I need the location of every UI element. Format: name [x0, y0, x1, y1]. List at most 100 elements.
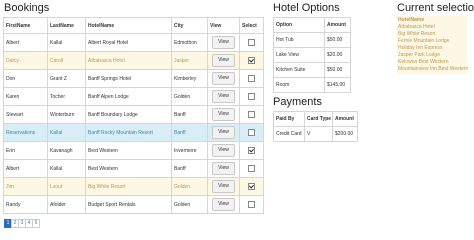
- cell-lastname: Kavanagh: [47, 141, 86, 160]
- view-button[interactable]: View: [212, 90, 235, 103]
- cell-city: Banff: [171, 105, 208, 124]
- cell-lastname: Lsout: [47, 177, 86, 196]
- cell-city: Edmothon: [171, 33, 208, 52]
- option-row: Kitchen Suite $50.00: [273, 62, 351, 78]
- current-selection-list: HotelName Athabasca Hotel Big White Resor…: [397, 16, 469, 74]
- select-checkbox[interactable]: [248, 201, 255, 208]
- cell-city: Kimberley: [171, 69, 208, 88]
- cell-hotelname: Best Western: [85, 159, 172, 178]
- col-header-hotelname[interactable]: HotelName: [85, 17, 172, 34]
- cell-select: [239, 123, 264, 142]
- select-checkbox[interactable]: [248, 183, 255, 190]
- view-button[interactable]: View: [212, 144, 235, 157]
- cell-hotelname: Athabasca Hotel: [85, 51, 172, 70]
- page-link[interactable]: 5: [32, 219, 40, 228]
- option-row: Lake View $20.00: [273, 47, 351, 63]
- bookings-title: Bookings: [4, 2, 50, 14]
- cell-select: [239, 195, 264, 214]
- cell-select: [239, 105, 264, 124]
- cell-lastname: Winterburn: [47, 105, 86, 124]
- booking-row[interactable]: Albert Kallal Best Western Banff View: [3, 159, 264, 178]
- select-checkbox[interactable]: [248, 129, 255, 136]
- cell-view: View: [207, 87, 240, 106]
- view-button[interactable]: View: [212, 180, 235, 193]
- cell-firstname: Reservations: [3, 123, 48, 142]
- payments-table: Paid By Card Type Amount Credit Card V $20…: [273, 111, 358, 142]
- booking-row[interactable]: Darcy Caroll Athabasca Hotel Jasper View: [3, 51, 264, 70]
- cell-view: View: [207, 159, 240, 178]
- cell-city: Invermere: [171, 141, 208, 160]
- cell-firstname: Don: [3, 69, 48, 88]
- col-header-amount: Amount: [324, 17, 351, 33]
- cell-card-type: V: [304, 126, 333, 142]
- selection-item: Jasper Park Lodge: [398, 52, 440, 58]
- cell-select: [239, 33, 264, 52]
- view-button[interactable]: View: [212, 162, 235, 175]
- booking-row[interactable]: Erin Kavanagh Best Western Invermere View: [3, 141, 264, 160]
- select-checkbox[interactable]: [248, 93, 255, 100]
- cell-hotelname: Banff Springs Hotel: [85, 69, 172, 88]
- cell-option: Lake View: [273, 47, 325, 63]
- booking-row[interactable]: Karen Tocher Banff Alpen Lodge Golden View: [3, 87, 264, 106]
- cell-city: Golden: [171, 87, 208, 106]
- cell-firstname: Albert: [3, 159, 48, 178]
- cell-hotelname: Budget Sport Rentals: [85, 195, 172, 214]
- cell-amount: $50.00: [324, 62, 351, 78]
- selection-item: Mountainview Inn Best Western: [398, 66, 469, 72]
- booking-row[interactable]: Stewart Winterburn Banff Boundary Lodge Ban…: [3, 105, 264, 124]
- cell-select: [239, 177, 264, 196]
- cell-firstname: Karen: [3, 87, 48, 106]
- col-header-city[interactable]: City: [171, 17, 208, 34]
- col-header-lastname[interactable]: LastName: [47, 17, 86, 34]
- cell-select: [239, 69, 264, 88]
- col-header-option: Option: [273, 17, 325, 33]
- view-button[interactable]: View: [212, 54, 235, 67]
- option-row: Room $145.00: [273, 77, 351, 93]
- select-checkbox[interactable]: [248, 147, 255, 154]
- selection-item: Big White Resort: [398, 31, 436, 37]
- col-header-firstname[interactable]: FirstName: [3, 17, 48, 34]
- cell-option: Hot Tub: [273, 32, 325, 48]
- cell-lastname: Tocher: [47, 87, 86, 106]
- booking-row[interactable]: Reservations Kallal Banff Rocky Mountain R…: [3, 123, 264, 142]
- cell-firstname: Albert: [3, 33, 48, 52]
- col-header-payment-amount: Amount: [332, 111, 358, 127]
- cell-view: View: [207, 51, 240, 70]
- view-button[interactable]: View: [212, 126, 235, 139]
- cell-paid-by: Credit Card: [273, 126, 305, 142]
- booking-row[interactable]: Don Grant Z Banff Springs Hotel Kimberley Vi…: [3, 69, 264, 88]
- cell-city: Banff: [171, 159, 208, 178]
- booking-row[interactable]: Albert Kallal Albert Royal Hotel Edmothon Vi…: [3, 33, 264, 52]
- booking-row[interactable]: Randy Afolder Budget Sport Rentals Golden Vi…: [3, 195, 264, 214]
- select-checkbox[interactable]: [248, 39, 255, 46]
- cell-firstname: Darcy: [3, 51, 48, 70]
- view-button[interactable]: View: [212, 198, 235, 211]
- cell-city: Jasper: [171, 51, 208, 70]
- cell-city: Golden: [171, 177, 208, 196]
- cell-hotelname: Banff Rocky Mountain Resort: [85, 123, 172, 142]
- view-button[interactable]: View: [212, 72, 235, 85]
- view-button[interactable]: View: [212, 108, 235, 121]
- bookings-table: FirstName LastName HotelName City View S…: [3, 17, 264, 214]
- cell-hotelname: Albert Royal Hotel: [85, 33, 172, 52]
- cell-view: View: [207, 195, 240, 214]
- cell-amount: $145.00: [324, 77, 351, 93]
- selection-header: HotelName: [398, 17, 425, 23]
- booking-row[interactable]: Jim Lsout Big White Resort Golden View: [3, 177, 264, 196]
- selection-item: Athabasca Hotel: [398, 24, 435, 30]
- select-checkbox[interactable]: [248, 57, 255, 64]
- cell-lastname: Afolder: [47, 195, 86, 214]
- view-button[interactable]: View: [212, 36, 235, 49]
- select-checkbox[interactable]: [248, 75, 255, 82]
- hotel-options-title: Hotel Options: [273, 2, 340, 14]
- payment-row: Credit Card V $200.00: [273, 126, 358, 142]
- cell-option: Kitchen Suite: [273, 62, 325, 78]
- cell-city: Banff: [171, 123, 208, 142]
- select-checkbox[interactable]: [248, 165, 255, 172]
- cell-view: View: [207, 177, 240, 196]
- cell-view: View: [207, 69, 240, 88]
- select-checkbox[interactable]: [248, 111, 255, 118]
- cell-lastname: Kallal: [47, 33, 86, 52]
- current-selection-title: Current selection: [397, 2, 474, 14]
- cell-lastname: Caroll: [47, 51, 86, 70]
